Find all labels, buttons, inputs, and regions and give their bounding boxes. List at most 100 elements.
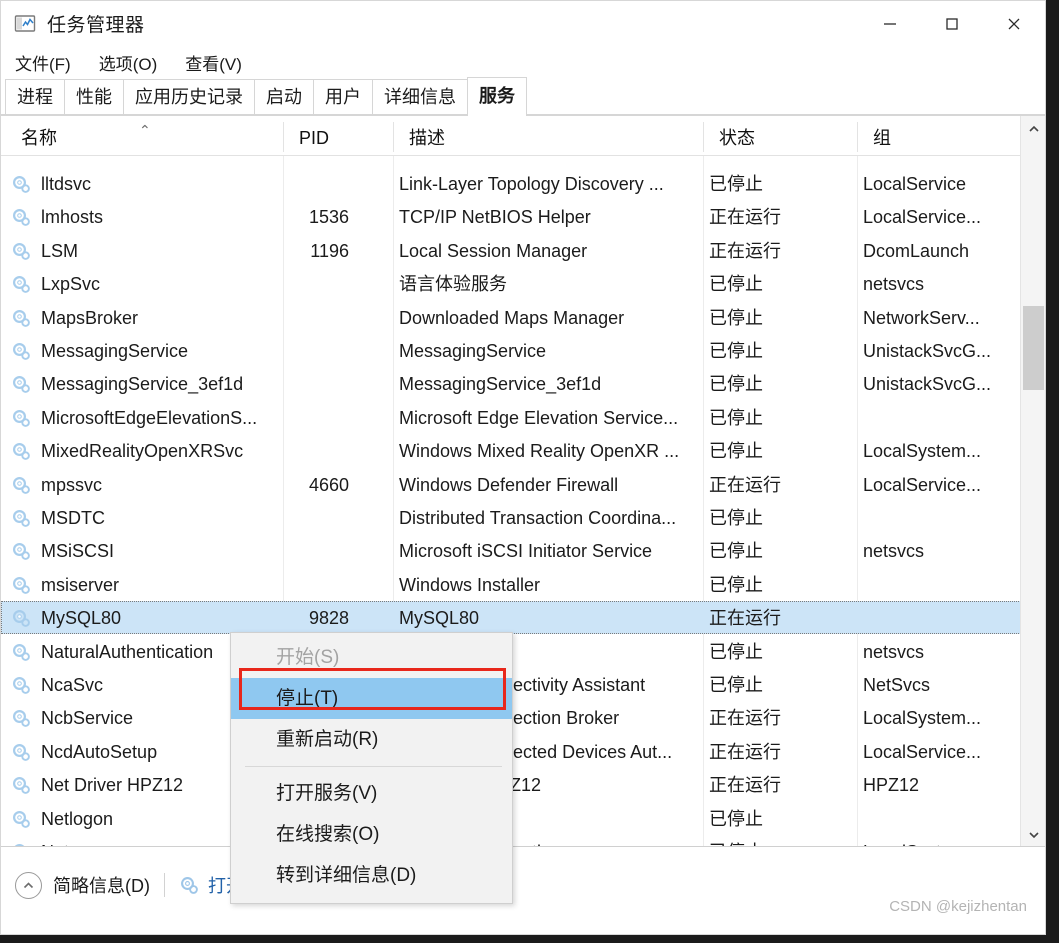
service-gear-icon — [11, 274, 31, 294]
column-header-status[interactable]: 状态 — [709, 116, 755, 156]
menu-view[interactable]: 查看(V) — [183, 48, 244, 77]
fewer-details-button[interactable]: 简略信息(D) — [15, 871, 150, 899]
scroll-down-button[interactable] — [1021, 822, 1045, 846]
menu-options[interactable]: 选项(O) — [97, 48, 160, 77]
service-gear-icon — [11, 374, 31, 394]
cell-status: 已停止 — [709, 307, 763, 328]
table-row[interactable]: mpssvc 4660 Windows Defender Firewall 正在运行 L… — [1, 468, 1021, 501]
cell-description: 语言体验服务 — [399, 274, 507, 295]
cell-pid: 1536 — [308, 207, 349, 228]
cell-name: msiserver — [41, 574, 120, 595]
cell-description: Distributed Transaction Coordina... — [399, 508, 677, 528]
cell-status: 已停止 — [709, 808, 763, 829]
close-button[interactable] — [983, 1, 1045, 46]
table-row[interactable]: LxpSvc 语言体验服务 已停止 netsvcs — [1, 267, 1021, 300]
table-row[interactable]: lltdsvc Link-Layer Topology Discovery ...… — [1, 167, 1021, 200]
cell-group: UnistackSvcG... — [863, 374, 992, 395]
column-divider-1[interactable] — [393, 122, 394, 152]
cell-pid — [287, 534, 349, 567]
cell-group: netsvcs — [863, 641, 925, 662]
cell-status: 已停止 — [709, 574, 763, 595]
cell-group: NetworkServ... — [863, 307, 980, 328]
services-gear-icon — [179, 875, 199, 895]
cell-name: LSM — [41, 240, 79, 261]
task-manager-window: 任务管理器 文件(F) 选项(O) 查看(V) 进程 性能 应用历史记录 启动 用户 详细信息… — [0, 0, 1046, 935]
cell-name: MicrosoftEdgeElevationS... — [41, 407, 258, 428]
service-gear-icon — [11, 675, 31, 695]
cell-description: Microsoft iSCSI Initiator Service — [399, 541, 653, 562]
table-row[interactable]: MSiSCSI Microsoft iSCSI Initiator Service… — [1, 534, 1021, 567]
cell-group — [863, 802, 1021, 835]
table-row[interactable]: MSDTC Distributed Transaction Coordina...… — [1, 501, 1021, 534]
ctx-search-online[interactable]: 在线搜索(O) — [231, 814, 512, 855]
table-row[interactable]: msiserver Windows Installer 已停止 — [1, 568, 1021, 601]
cell-status: 正在运行 — [709, 207, 781, 228]
cell-pid: 4660 — [308, 474, 349, 495]
cell-status: 正在运行 — [709, 240, 781, 261]
table-row[interactable]: MessagingService MessagingService 已停止 Unist… — [1, 334, 1021, 367]
column-divider-3[interactable] — [857, 122, 858, 152]
table-header: ⌃ 名称 PID 描述 状态 组 — [1, 116, 1045, 156]
table-row[interactable]: lmhosts 1536 TCP/IP NetBIOS Helper 正在运行 Loca… — [1, 200, 1021, 233]
vertical-scrollbar[interactable] — [1020, 116, 1045, 846]
table-row[interactable]: MapsBroker Downloaded Maps Manager 已停止 Netw… — [1, 301, 1021, 334]
ctx-start: 开始(S) — [276, 647, 340, 668]
tab-2[interactable]: 应用历史记录 — [123, 79, 255, 115]
cell-name: mpssvc — [41, 474, 103, 495]
cell-pid — [287, 501, 349, 534]
cell-status: 已停止 — [709, 508, 763, 528]
services-table: ⌃ 名称 PID 描述 状态 组 lltdsvc Link-Layer Topology … — [1, 116, 1045, 847]
cell-name: lmhosts — [41, 207, 104, 228]
column-header-pid[interactable]: PID — [289, 116, 329, 156]
cell-description: Link-Layer Topology Discovery ... — [399, 174, 664, 194]
status-divider — [164, 873, 165, 897]
cell-status: 正在运行 — [709, 474, 781, 495]
column-divider-0[interactable] — [283, 122, 284, 152]
tab-5[interactable]: 详细信息 — [372, 79, 468, 115]
cell-status: 已停止 — [709, 407, 763, 428]
cell-name: MySQL80 — [41, 608, 122, 629]
column-header-name[interactable]: 名称 — [11, 116, 57, 156]
column-header-group[interactable]: 组 — [863, 116, 891, 156]
cell-group — [863, 568, 1021, 601]
service-gear-icon — [11, 308, 31, 328]
tab-6[interactable]: 服务 — [467, 77, 527, 116]
maximize-button[interactable] — [921, 1, 983, 46]
cell-status: 正在运行 — [709, 775, 781, 796]
cell-description: MySQL80 — [399, 608, 480, 629]
table-row[interactable]: MicrosoftEdgeElevationS... Microsoft Edge… — [1, 401, 1021, 434]
cell-description: Downloaded Maps Manager — [399, 307, 625, 328]
tab-4[interactable]: 用户 — [313, 79, 373, 115]
service-gear-icon — [11, 608, 31, 628]
table-row[interactable]: MixedRealityOpenXRSvc Windows Mixed Reali… — [1, 434, 1021, 467]
column-header-description[interactable]: 描述 — [399, 116, 445, 156]
tab-3[interactable]: 启动 — [254, 79, 314, 115]
cell-status: 已停止 — [709, 541, 763, 562]
table-body: lltdsvc Link-Layer Topology Discovery ...… — [1, 156, 1045, 846]
ctx-goto-details[interactable]: 转到详细信息(D) — [231, 855, 512, 896]
scroll-up-button[interactable] — [1021, 116, 1045, 141]
cell-group: netsvcs — [863, 274, 925, 295]
ctx-stop[interactable]: 停止(T) — [231, 678, 512, 719]
cell-description: Microsoft Edge Elevation Service... — [399, 407, 679, 428]
cell-pid: 9828 — [308, 608, 349, 629]
service-gear-icon — [11, 842, 31, 846]
cell-description: Local Session Manager — [399, 240, 588, 261]
table-row[interactable]: MessagingService_3ef1d MessagingService_3… — [1, 367, 1021, 400]
title-bar: 任务管理器 — [1, 1, 1045, 46]
cell-name: MSiSCSI — [41, 541, 115, 562]
cell-group: netsvcs — [863, 541, 925, 562]
table-row[interactable]: MySQL80 9828 MySQL80 正在运行 — [1, 601, 1021, 635]
tab-0[interactable]: 进程 — [5, 79, 65, 115]
table-row[interactable]: LSM 1196 Local Session Manager 正在运行 DcomLaun… — [1, 234, 1021, 267]
ctx-separator — [245, 766, 502, 767]
ctx-restart[interactable]: 重新启动(R) — [231, 719, 512, 760]
column-divider-2[interactable] — [703, 122, 704, 152]
scrollbar-thumb[interactable] — [1023, 306, 1044, 390]
ctx-open-services[interactable]: 打开服务(V) — [231, 773, 512, 814]
minimize-button[interactable] — [859, 1, 921, 46]
menu-file[interactable]: 文件(F) — [13, 48, 73, 77]
tab-1[interactable]: 性能 — [64, 79, 124, 115]
service-gear-icon — [11, 441, 31, 461]
cell-group — [863, 601, 1021, 634]
